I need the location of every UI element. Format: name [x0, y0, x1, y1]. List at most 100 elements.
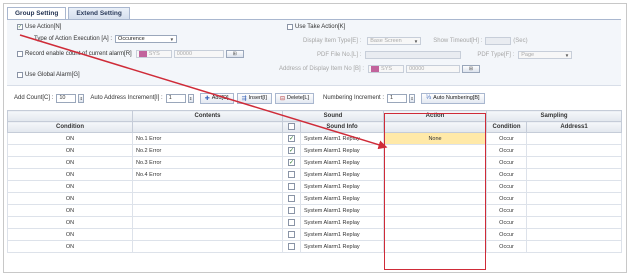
auto-increment-input[interactable]: 1 [165, 93, 186, 103]
use-checkbox[interactable] [288, 231, 295, 238]
sampling-condition-cell[interactable]: Occur [486, 168, 528, 181]
condition-cell[interactable]: ON [7, 216, 133, 229]
use-header[interactable] [282, 121, 301, 133]
contents-cell[interactable] [132, 204, 283, 217]
condition-cell[interactable]: ON [7, 240, 133, 253]
add-count-input[interactable]: 10 [56, 93, 77, 103]
keypad-button[interactable]: ⊞ [225, 50, 244, 58]
address-cell[interactable] [526, 132, 623, 145]
condition-cell[interactable]: ON [7, 132, 133, 145]
sampling-condition-cell[interactable]: Occur [486, 192, 528, 205]
pdf-file-no-input[interactable] [365, 51, 462, 59]
record-count-checkbox[interactable] [17, 51, 23, 57]
use-checkbox[interactable]: ✓ [288, 159, 295, 166]
use-all-checkbox[interactable] [288, 123, 295, 131]
sampling-condition-header[interactable]: Condition [486, 121, 528, 133]
sound-info-cell[interactable]: System Alarm1 Replay [299, 132, 385, 145]
use-checkbox[interactable] [288, 219, 295, 226]
use-cell[interactable]: ✓ [282, 156, 301, 169]
auto-numbering-button[interactable]: ⅓ Auto Numbering[B] [421, 92, 485, 104]
table-row[interactable]: ON System Alarm1 Replay Occur [7, 228, 623, 241]
show-timeout-input[interactable] [485, 37, 512, 45]
tab-group-setting[interactable]: Group Setting [7, 7, 67, 19]
condition-cell[interactable]: ON [7, 168, 133, 181]
sampling-condition-cell[interactable]: Occur [486, 180, 528, 193]
use-checkbox[interactable] [288, 171, 295, 178]
action-cell[interactable] [383, 192, 488, 205]
table-row[interactable]: ON System Alarm1 Replay Occur [7, 180, 623, 193]
use-global-alarm-checkbox[interactable] [17, 72, 23, 78]
delete-button[interactable]: ⊟ Delete[L] [274, 92, 315, 104]
action-cell[interactable] [383, 180, 488, 193]
use-checkbox[interactable]: ✓ [288, 135, 295, 142]
display-device-select[interactable]: SYS [368, 65, 405, 73]
condition-cell[interactable]: ON [7, 228, 133, 241]
address-cell[interactable] [526, 156, 623, 169]
action-cell[interactable] [383, 156, 488, 169]
table-row[interactable]: ON No.4 Error System Alarm1 Replay Occur [7, 168, 623, 181]
contents-cell[interactable]: No.1 Error [132, 132, 283, 145]
use-take-action-checkbox[interactable] [287, 24, 293, 30]
sound-info-cell[interactable]: System Alarm1 Replay [299, 144, 385, 157]
action-cell[interactable]: None [383, 132, 488, 145]
display-address-input[interactable]: 00000 [406, 65, 461, 73]
insert-button[interactable]: ⇶ Insert[I] [236, 92, 272, 104]
address-cell[interactable] [526, 180, 623, 193]
condition-header[interactable]: Condition [7, 121, 133, 133]
keypad-button[interactable]: ⊞ [462, 65, 481, 73]
address-cell[interactable] [526, 192, 623, 205]
use-checkbox[interactable] [288, 195, 295, 202]
contents-cell[interactable]: No.2 Error [132, 144, 283, 157]
contents-cell[interactable] [132, 192, 283, 205]
contents-cell[interactable]: No.4 Error [132, 168, 283, 181]
sound-info-cell[interactable]: System Alarm1 Replay [299, 240, 385, 253]
sound-info-cell[interactable]: System Alarm1 Replay [299, 180, 385, 193]
address-cell[interactable] [526, 228, 623, 241]
numbering-increment-input[interactable]: 1 [387, 93, 408, 103]
sound-info-cell[interactable]: System Alarm1 Replay [299, 168, 385, 181]
use-cell[interactable] [282, 240, 301, 253]
condition-cell[interactable]: ON [7, 180, 133, 193]
address-cell[interactable] [526, 144, 623, 157]
sound-info-cell[interactable]: System Alarm1 Replay [299, 204, 385, 217]
sampling-condition-cell[interactable]: Occur [486, 132, 528, 145]
sampling-condition-cell[interactable]: Occur [486, 228, 528, 241]
tab-extend-setting[interactable]: Extend Setting [68, 7, 130, 19]
contents-cell[interactable] [132, 216, 283, 229]
use-cell[interactable]: ✓ [282, 132, 301, 145]
sound-info-cell[interactable]: System Alarm1 Replay [299, 156, 385, 169]
sound-info-header[interactable]: Sound Info [299, 121, 385, 133]
use-checkbox[interactable] [288, 207, 295, 214]
table-row[interactable]: ON System Alarm1 Replay Occur [7, 216, 623, 229]
add-button[interactable]: ✚ Add[D] [199, 92, 234, 104]
condition-cell[interactable]: ON [7, 144, 133, 157]
sound-info-cell[interactable]: System Alarm1 Replay [299, 228, 385, 241]
address-cell[interactable] [526, 240, 623, 253]
sampling-condition-cell[interactable]: Occur [486, 216, 528, 229]
numbering-increment-spinner[interactable]: ⇕ [409, 93, 416, 103]
contents-cell[interactable] [132, 180, 283, 193]
sampling-condition-cell[interactable]: Occur [486, 204, 528, 217]
table-row[interactable]: ON No.2 Error ✓ System Alarm1 Replay Occur [7, 144, 623, 157]
contents-cell[interactable] [132, 240, 283, 253]
use-checkbox[interactable] [288, 183, 295, 190]
table-row[interactable]: ON System Alarm1 Replay Occur [7, 204, 623, 217]
address-cell[interactable] [526, 204, 623, 217]
address-cell[interactable] [526, 168, 623, 181]
add-count-spinner[interactable]: ⇕ [78, 93, 85, 103]
use-cell[interactable] [282, 216, 301, 229]
record-device-select[interactable]: SYS [135, 50, 172, 58]
table-row[interactable]: ON No.3 Error ✓ System Alarm1 Replay Occur [7, 156, 623, 169]
contents-cell[interactable] [132, 228, 283, 241]
table-row[interactable]: ON System Alarm1 Replay Occur [7, 240, 623, 253]
sound-info-cell[interactable]: System Alarm1 Replay [299, 192, 385, 205]
action-cell[interactable] [383, 228, 488, 241]
condition-cell[interactable]: ON [7, 204, 133, 217]
use-cell[interactable]: ✓ [282, 144, 301, 157]
action-cell[interactable] [383, 144, 488, 157]
use-cell[interactable] [282, 180, 301, 193]
use-cell[interactable] [282, 168, 301, 181]
use-cell[interactable] [282, 204, 301, 217]
use-cell[interactable] [282, 228, 301, 241]
pdf-type-select[interactable]: Page ▼ [518, 51, 573, 59]
